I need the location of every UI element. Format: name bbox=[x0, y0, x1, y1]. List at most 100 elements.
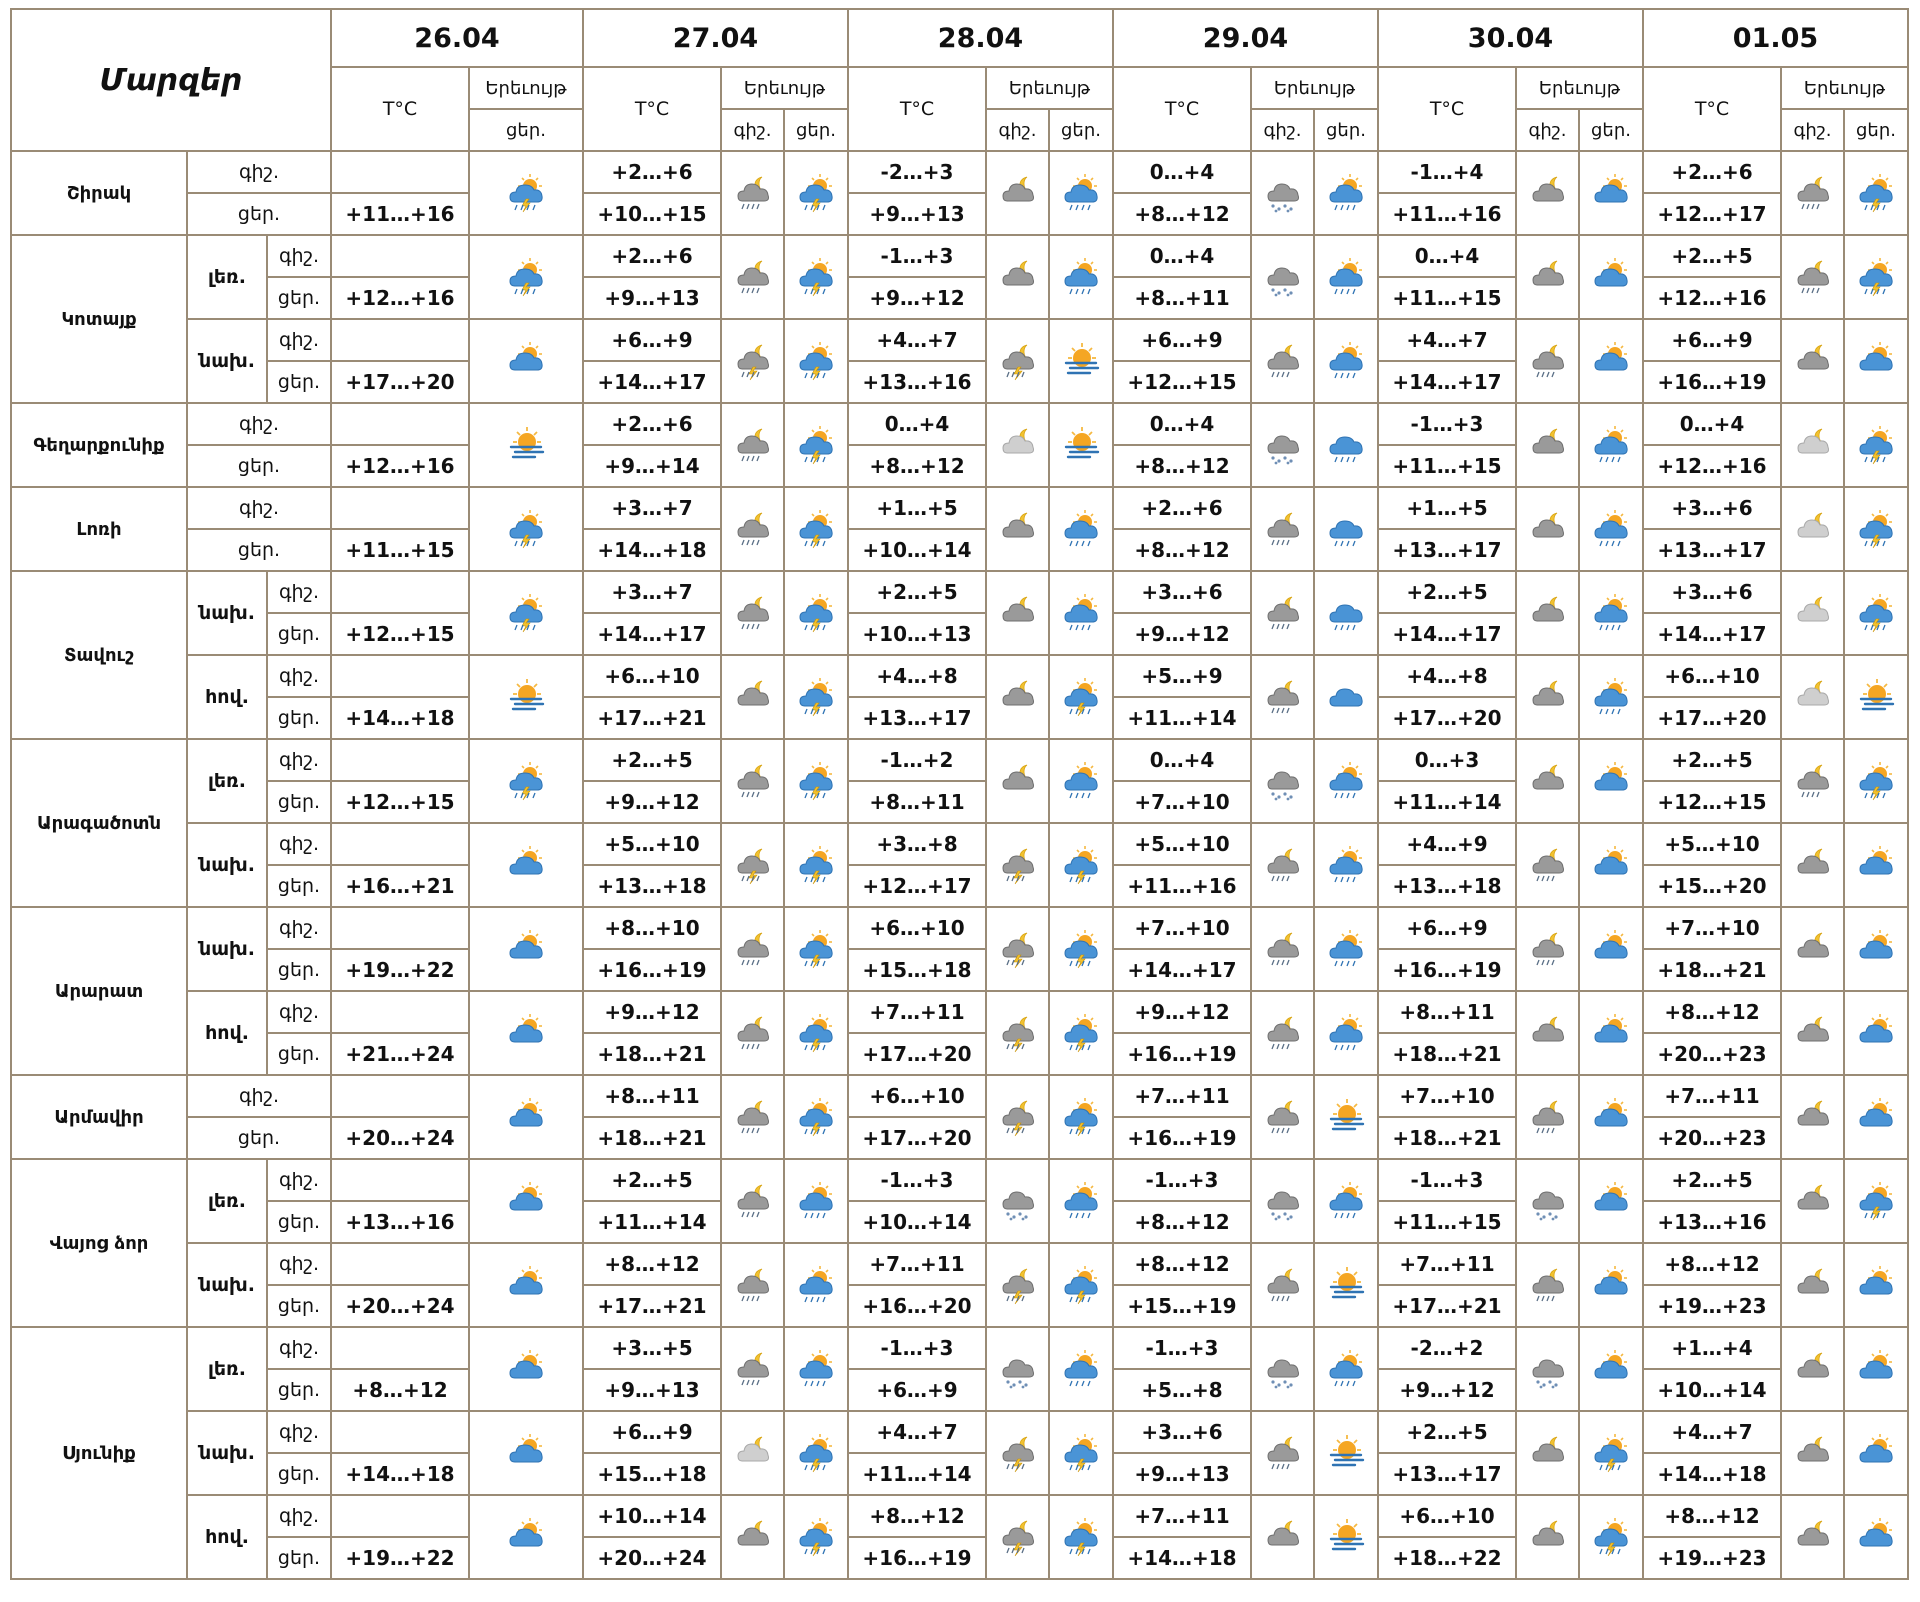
moon-cloud-icon bbox=[1515, 402, 1580, 488]
day-temp: +12…+15 bbox=[1112, 360, 1252, 404]
table-row: Վայոց ձոր լեռ. գիշ. +2…+5 -1…+3 -1…+3 -1…+3 +2…… bbox=[10, 1158, 1909, 1328]
cloud-snow-icon bbox=[1515, 1158, 1580, 1244]
moon-cloud-icon bbox=[1780, 906, 1845, 992]
night-temp: +4…+7 bbox=[847, 1410, 987, 1454]
moon-cloud-icon bbox=[1515, 990, 1580, 1076]
sun-cloud-rain-icon bbox=[1313, 906, 1379, 992]
sun-cloud-lightning-icon bbox=[783, 150, 849, 236]
night-temp: +3…+6 bbox=[1112, 1410, 1252, 1454]
day-temp: +14…+17 bbox=[1112, 948, 1252, 992]
night-label: գիշ. bbox=[266, 990, 332, 1034]
cloud-snow-icon bbox=[1250, 1326, 1315, 1412]
day-label: ցեր. bbox=[266, 276, 332, 320]
night-label: գիշ. bbox=[266, 1242, 332, 1286]
day-temp: +14…+18 bbox=[582, 528, 722, 572]
sun-cloud-rain-icon bbox=[783, 1242, 849, 1328]
region-name: Լոռի bbox=[10, 486, 188, 572]
day-temp: +14…+17 bbox=[1377, 612, 1517, 656]
zone-label: նախ. bbox=[186, 1242, 268, 1328]
night-temp: +1…+5 bbox=[1377, 486, 1517, 530]
night-temp: -2…+3 bbox=[847, 150, 987, 194]
forecast-page: Մարզեր 26.04 27.04 28.04 29.04 30.04 01.… bbox=[10, 8, 1909, 1580]
moon-cloud-icon bbox=[1780, 1158, 1845, 1244]
night-temp: +7…+11 bbox=[847, 990, 987, 1034]
zone-label: նախ. bbox=[186, 318, 268, 404]
night-temp: +7…+10 bbox=[1642, 906, 1782, 950]
day-temp: +17…+20 bbox=[847, 1116, 987, 1160]
day-temp: +13…+18 bbox=[1377, 864, 1517, 908]
night-temp: +6…+9 bbox=[1112, 318, 1252, 362]
zone-label: հով. bbox=[186, 1494, 268, 1580]
events-header: Երեւույթ bbox=[1780, 66, 1909, 110]
moon-cloud-rain-icon bbox=[1515, 318, 1580, 404]
day-temp: +16…+19 bbox=[582, 948, 722, 992]
day-subheader: ցեր. bbox=[468, 108, 584, 152]
day-temp: +10…+14 bbox=[847, 1200, 987, 1244]
night-temp: +3…+6 bbox=[1112, 570, 1252, 614]
night-temp: +8…+12 bbox=[847, 1494, 987, 1538]
night-temp: +3…+5 bbox=[582, 1326, 722, 1370]
night-temp: +2…+5 bbox=[1642, 234, 1782, 278]
night-label: գիշ. bbox=[266, 906, 332, 950]
moon-cloud-lightning-icon bbox=[720, 822, 785, 908]
moon-cloud-rain-icon bbox=[1250, 570, 1315, 656]
sun-cloud-lightning-icon bbox=[1843, 570, 1909, 656]
moon-cloud-rain-icon bbox=[1250, 1242, 1315, 1328]
sun-cloud-icon bbox=[1578, 1242, 1644, 1328]
region-name: Շիրակ bbox=[10, 150, 188, 236]
night-temp bbox=[330, 822, 470, 866]
sun-cloud-lightning-icon bbox=[1048, 1494, 1114, 1580]
day-temp: +14…+18 bbox=[330, 696, 470, 740]
night-temp bbox=[330, 1494, 470, 1538]
day-label: ցեր. bbox=[266, 1368, 332, 1412]
moon-cloud-rain-icon bbox=[1250, 654, 1315, 740]
day-temp: +14…+18 bbox=[1642, 1452, 1782, 1496]
sun-cloud-lightning-icon bbox=[783, 1074, 849, 1160]
sun-cloud-icon bbox=[1843, 906, 1909, 992]
sun-cloud-icon bbox=[468, 318, 584, 404]
moon-cloud-rain-icon bbox=[720, 1158, 785, 1244]
day-temp: +13…+16 bbox=[1642, 1200, 1782, 1244]
sun-cloud-lightning-icon bbox=[1843, 738, 1909, 824]
cloud-snow-icon bbox=[1250, 1158, 1315, 1244]
night-temp: +7…+11 bbox=[1112, 1494, 1252, 1538]
day-temp: +13…+18 bbox=[582, 864, 722, 908]
night-temp: +4…+7 bbox=[847, 318, 987, 362]
night-temp: +6…+10 bbox=[847, 906, 987, 950]
day-temp: +11…+14 bbox=[847, 1452, 987, 1496]
sun-cloud-icon bbox=[1578, 150, 1644, 236]
night-label: գիշ. bbox=[186, 486, 332, 530]
moon-cloud-icon bbox=[1515, 234, 1580, 320]
day-temp: +15…+19 bbox=[1112, 1284, 1252, 1328]
night-temp: +2…+6 bbox=[582, 150, 722, 194]
day-temp: +6…+9 bbox=[847, 1368, 987, 1412]
table-row: նախ. գիշ. +5…+10 +3…+8 +5…+10 +4…+9 +5…+10 bbox=[11, 822, 1909, 908]
night-temp: +2…+5 bbox=[1377, 570, 1517, 614]
sun-cloud-lightning-icon bbox=[1843, 1158, 1909, 1244]
day-temp: +11…+15 bbox=[330, 528, 470, 572]
night-subheader: գիշ. bbox=[985, 108, 1050, 152]
table-row: Արագածոտն լեռ. գիշ. +2…+5 -1…+2 0…+4 0…+3 +2…+5 bbox=[10, 738, 1909, 908]
night-subheader: գիշ. bbox=[720, 108, 785, 152]
sun-cloud-icon bbox=[468, 1242, 584, 1328]
sun-cloud-icon bbox=[468, 906, 584, 992]
night-temp: 0…+4 bbox=[1112, 150, 1252, 194]
sun-cloud-lightning-icon bbox=[783, 654, 849, 740]
sun-cloud-icon bbox=[1843, 1242, 1909, 1328]
sun-cloud-rain-icon bbox=[1578, 570, 1644, 656]
day-temp: +8…+12 bbox=[1112, 444, 1252, 488]
events-header: Երեւույթ bbox=[720, 66, 849, 110]
night-temp: +3…+7 bbox=[582, 570, 722, 614]
day-temp: +14…+17 bbox=[582, 612, 722, 656]
night-temp: +2…+5 bbox=[1642, 1158, 1782, 1202]
table-row: Արմավիր գիշ. +8…+11 +6…+10 +7…+11 +7…+10 +7…+1… bbox=[10, 1074, 1909, 1160]
night-temp: +3…+7 bbox=[582, 486, 722, 530]
day-temp: +17…+20 bbox=[847, 1032, 987, 1076]
night-temp: +8…+12 bbox=[1642, 1494, 1782, 1538]
regions-header: Մարզեր bbox=[10, 8, 332, 152]
sun-cloud-lightning-icon bbox=[1843, 486, 1909, 572]
events-header: Երեւույթ bbox=[468, 66, 584, 110]
day-label: ցեր. bbox=[266, 948, 332, 992]
table-row: նախ. գիշ. +6…+9 +4…+7 +3…+6 +2…+5 +4…+7 bbox=[11, 1410, 1909, 1496]
region-name: Տավուշ bbox=[10, 570, 188, 740]
